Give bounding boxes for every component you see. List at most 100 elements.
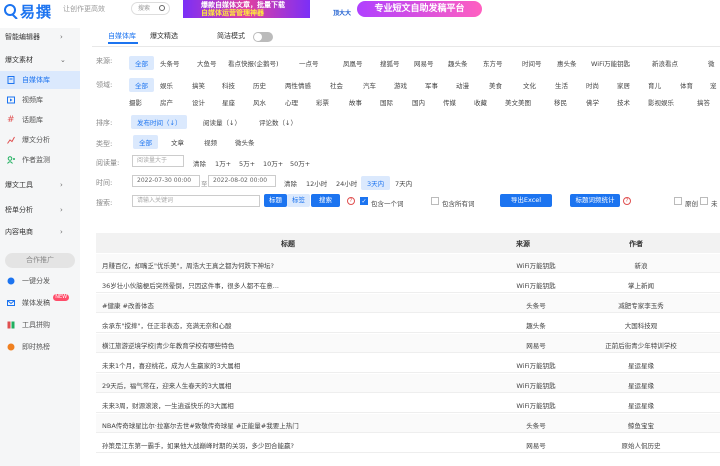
time-from-input[interactable]: 2022-07-30 00:00 bbox=[132, 175, 200, 187]
field-chip-3[interactable]: 科技 bbox=[222, 80, 235, 90]
source-chip-14[interactable]: 微 bbox=[708, 58, 715, 68]
field-chip-2-3[interactable]: 星座 bbox=[222, 97, 235, 107]
row-title[interactable]: 未来3周，财源滚滚，一生逍遥快乐的3大属相 bbox=[102, 400, 402, 410]
table-row[interactable]: 未来1个月，喜迎桃花，成为人生赢家的3大属相 WiFi万能钥匙 星运星缘 bbox=[96, 354, 720, 373]
sidebar-item-video-library[interactable]: 视频库 bbox=[0, 91, 80, 109]
source-chip-13[interactable]: 新浪看点 bbox=[652, 58, 678, 68]
table-row[interactable]: 29天后，福气常在，迎来人生春天的3大属相 WiFi万能钥匙 星运星缘 bbox=[96, 374, 720, 393]
table-row[interactable]: 孙策是江东第一霸手，如果他大战巅峰时期的关羽，多少回合能赢? 网易号 原始人侃历史 bbox=[96, 434, 720, 453]
field-chip-1[interactable]: 娱乐 bbox=[160, 80, 173, 90]
field-chip-2-12[interactable]: 美文美图 bbox=[505, 97, 531, 107]
sidebar-item-media-library[interactable]: 自媒体库 bbox=[0, 71, 80, 89]
field-chip-10[interactable]: 动漫 bbox=[456, 80, 469, 90]
type-all[interactable]: 全部 bbox=[133, 135, 158, 149]
reads-50k[interactable]: 5万+ bbox=[239, 158, 255, 168]
tab-media-library[interactable]: 自媒体库 bbox=[108, 31, 136, 41]
time-12h[interactable]: 12小时 bbox=[306, 178, 327, 188]
field-chip-6[interactable]: 社会 bbox=[330, 80, 343, 90]
table-row[interactable]: NBA传奇球星比尔·拉塞尔去世#致敬传奇球星 #正能量#我要上热门 头条号 鲸鱼宝宝 bbox=[96, 414, 720, 433]
field-chip-2-16[interactable]: 影视娱乐 bbox=[648, 97, 674, 107]
help-icon[interactable]: ? bbox=[347, 197, 355, 205]
time-to-input[interactable]: 2022-08-02 00:00 bbox=[208, 175, 276, 187]
sidebar-item-distribute[interactable]: 一键分发 bbox=[0, 272, 80, 290]
field-chip-16[interactable]: 育儿 bbox=[648, 80, 661, 90]
row-title[interactable]: 未来1个月，喜迎桃花，成为人生赢家的3大属相 bbox=[102, 360, 402, 370]
field-chip-5[interactable]: 两性情感 bbox=[285, 80, 311, 90]
help-icon[interactable]: ? bbox=[623, 197, 631, 205]
source-chip-7[interactable]: 网易号 bbox=[414, 58, 434, 68]
field-chip-2-9[interactable]: 国内 bbox=[412, 97, 425, 107]
row-title[interactable]: 横江旅游逆境学校|青少年教育学校有哪些特色 bbox=[102, 340, 402, 350]
source-chip-12[interactable]: WiFi万能钥匙 bbox=[591, 58, 630, 68]
row-title[interactable]: #健康 #改善体态 bbox=[102, 300, 402, 310]
field-chip-2-14[interactable]: 佛学 bbox=[586, 97, 599, 107]
row-title[interactable]: 36岁壮小伙脑梗后突然晕倒，只因这件事，很多人都不在意... bbox=[102, 280, 402, 290]
field-chip-2-10[interactable]: 传媒 bbox=[443, 97, 456, 107]
simple-mode-toggle[interactable] bbox=[253, 32, 273, 42]
type-video[interactable]: 视频 bbox=[204, 137, 217, 147]
export-excel-button[interactable]: 导出Excel bbox=[500, 194, 552, 207]
field-chip-2[interactable]: 搞笑 bbox=[192, 80, 205, 90]
search-button[interactable]: 搜索 bbox=[311, 194, 340, 207]
field-chip-14[interactable]: 时尚 bbox=[586, 80, 599, 90]
time-7d[interactable]: 7天内 bbox=[395, 178, 412, 188]
field-chip-2-2[interactable]: 设计 bbox=[192, 97, 205, 107]
header-source[interactable]: 来源 bbox=[516, 239, 530, 249]
field-chip-2-4[interactable]: 风水 bbox=[253, 97, 266, 107]
table-row[interactable]: 月赚百亿，却嘴乏"优乐美"，周浩大王真之都为何跌下神坛? WiFi万能钥匙 新浪 bbox=[96, 254, 720, 273]
source-chip-1[interactable]: 头条号 bbox=[160, 58, 180, 68]
search-mode-title[interactable]: 标题 bbox=[264, 194, 287, 207]
source-chip-4[interactable]: 一点号 bbox=[299, 58, 319, 68]
source-chip-6[interactable]: 搜狐号 bbox=[380, 58, 400, 68]
header-title[interactable]: 标题 bbox=[281, 239, 295, 249]
time-24h[interactable]: 24小时 bbox=[336, 178, 357, 188]
sidebar-item-topics[interactable]: # 话题库 bbox=[0, 111, 80, 129]
reads-input[interactable]: 阅读量大于 bbox=[132, 155, 184, 167]
table-row[interactable]: 余承东"搅摔"，任正非表态，充满无奈和心酸 趣头条 大国科技观 bbox=[96, 314, 720, 333]
row-title[interactable]: 余承东"搅摔"，任正非表态，充满无奈和心酸 bbox=[102, 320, 402, 330]
field-chip-17[interactable]: 体育 bbox=[680, 80, 693, 90]
field-chip-13[interactable]: 生活 bbox=[555, 80, 568, 90]
field-chip-7[interactable]: 汽车 bbox=[363, 80, 376, 90]
promo-banner-2-icon[interactable]: 顶大大 bbox=[329, 0, 355, 18]
sidebar-item-media-publish[interactable]: 媒体发稿 NEW bbox=[0, 294, 80, 312]
sort-comments[interactable]: 评论数（↓） bbox=[259, 117, 297, 127]
table-row[interactable]: 横江旅游逆境学校|青少年教育学校有哪些特色 网易号 正前后街青少年特训学校 bbox=[96, 334, 720, 353]
sidebar-item-ecommerce[interactable]: 内容电商 › bbox=[0, 223, 80, 241]
time-clear[interactable]: 清除 bbox=[284, 178, 297, 188]
keyword-input[interactable]: 请输入关键词 bbox=[132, 195, 260, 207]
field-chip-2-6[interactable]: 彩票 bbox=[316, 97, 329, 107]
sort-publish-time[interactable]: 发布时间（↓） bbox=[131, 115, 188, 129]
sidebar-item-author-monitor[interactable]: 作者监测 bbox=[0, 151, 80, 169]
type-article[interactable]: 文章 bbox=[171, 137, 184, 147]
reads-clear[interactable]: 清除 bbox=[193, 158, 206, 168]
header-author[interactable]: 作者 bbox=[629, 239, 643, 249]
sidebar-item-tools[interactable]: 爆文工具 › bbox=[0, 176, 80, 194]
reads-100k[interactable]: 10万+ bbox=[263, 158, 283, 168]
source-chip-11[interactable]: 惠头条 bbox=[557, 58, 577, 68]
source-chip-10[interactable]: 时间号 bbox=[522, 58, 542, 68]
field-chip-2-17[interactable]: 搞答 bbox=[697, 97, 710, 107]
original-checkbox[interactable] bbox=[674, 197, 682, 205]
field-chip-2-15[interactable]: 技术 bbox=[617, 97, 630, 107]
type-micro[interactable]: 微头条 bbox=[235, 137, 255, 147]
source-chip-8[interactable]: 趣头条 bbox=[448, 58, 468, 68]
row-title[interactable]: NBA传奇球星比尔·拉塞尔去世#致敬传奇球星 #正能量#我要上热门 bbox=[102, 420, 402, 430]
title-frequency-button[interactable]: 标题词频统计 bbox=[570, 194, 620, 207]
tab-featured[interactable]: 爆文精选 bbox=[150, 31, 178, 41]
row-title[interactable]: 孙策是江东第一霸手，如果他大战巅峰时期的关羽，多少回合能赢? bbox=[102, 440, 402, 450]
sidebar-item-rankings[interactable]: 榜单分析 › bbox=[0, 201, 80, 219]
field-chip-18[interactable]: 宠 bbox=[710, 80, 717, 90]
field-chip-2-1[interactable]: 房产 bbox=[160, 97, 173, 107]
field-chip-15[interactable]: 家居 bbox=[617, 80, 630, 90]
promo-banner-1[interactable]: 爆款自媒体文章，批量下载 自媒体运营管理神器 bbox=[183, 0, 310, 18]
source-chip-9[interactable]: 东方号 bbox=[483, 58, 503, 68]
source-chip-0[interactable]: 全部 bbox=[129, 56, 154, 70]
unfinished-checkbox[interactable] bbox=[700, 197, 708, 205]
sidebar-item-editor[interactable]: 智能编辑器 › bbox=[0, 28, 80, 46]
field-chip-9[interactable]: 军事 bbox=[425, 80, 438, 90]
source-chip-5[interactable]: 凤凰号 bbox=[343, 58, 363, 68]
field-chip-4[interactable]: 历史 bbox=[253, 80, 266, 90]
field-chip-2-7[interactable]: 故事 bbox=[349, 97, 362, 107]
search-input[interactable]: 搜索 bbox=[131, 2, 170, 15]
